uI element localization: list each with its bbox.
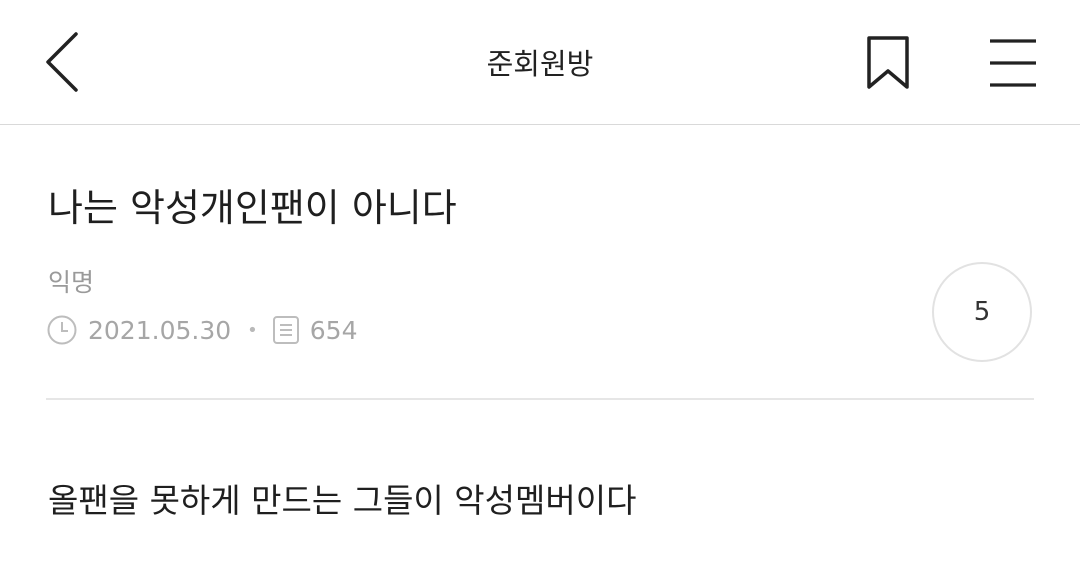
post-date: 2021.05.30 xyxy=(88,315,232,345)
content-divider xyxy=(46,398,1034,400)
board-title: 준회원방 xyxy=(486,47,594,81)
post-views: 654 xyxy=(309,315,358,345)
hamburger-menu-icon xyxy=(990,39,1036,87)
app-header: 준회원방 xyxy=(0,0,1080,125)
bookmark-icon xyxy=(867,36,909,89)
comment-count-button[interactable]: 5 xyxy=(932,262,1032,362)
clock-icon xyxy=(47,315,77,345)
meta-separator: • xyxy=(247,319,258,341)
menu-button[interactable] xyxy=(980,30,1046,96)
document-icon xyxy=(272,316,299,344)
post-body: 올팬을 못하게 만드는 그들이 악성멤버이다 xyxy=(48,481,637,520)
post-title: 나는 악성개인팬이 아니다 xyxy=(48,186,457,230)
bookmark-button[interactable] xyxy=(860,30,916,96)
comment-count: 5 xyxy=(973,297,991,327)
post-author: 익명 xyxy=(48,268,95,297)
post-meta: 2021.05.30 • 654 xyxy=(46,310,357,350)
